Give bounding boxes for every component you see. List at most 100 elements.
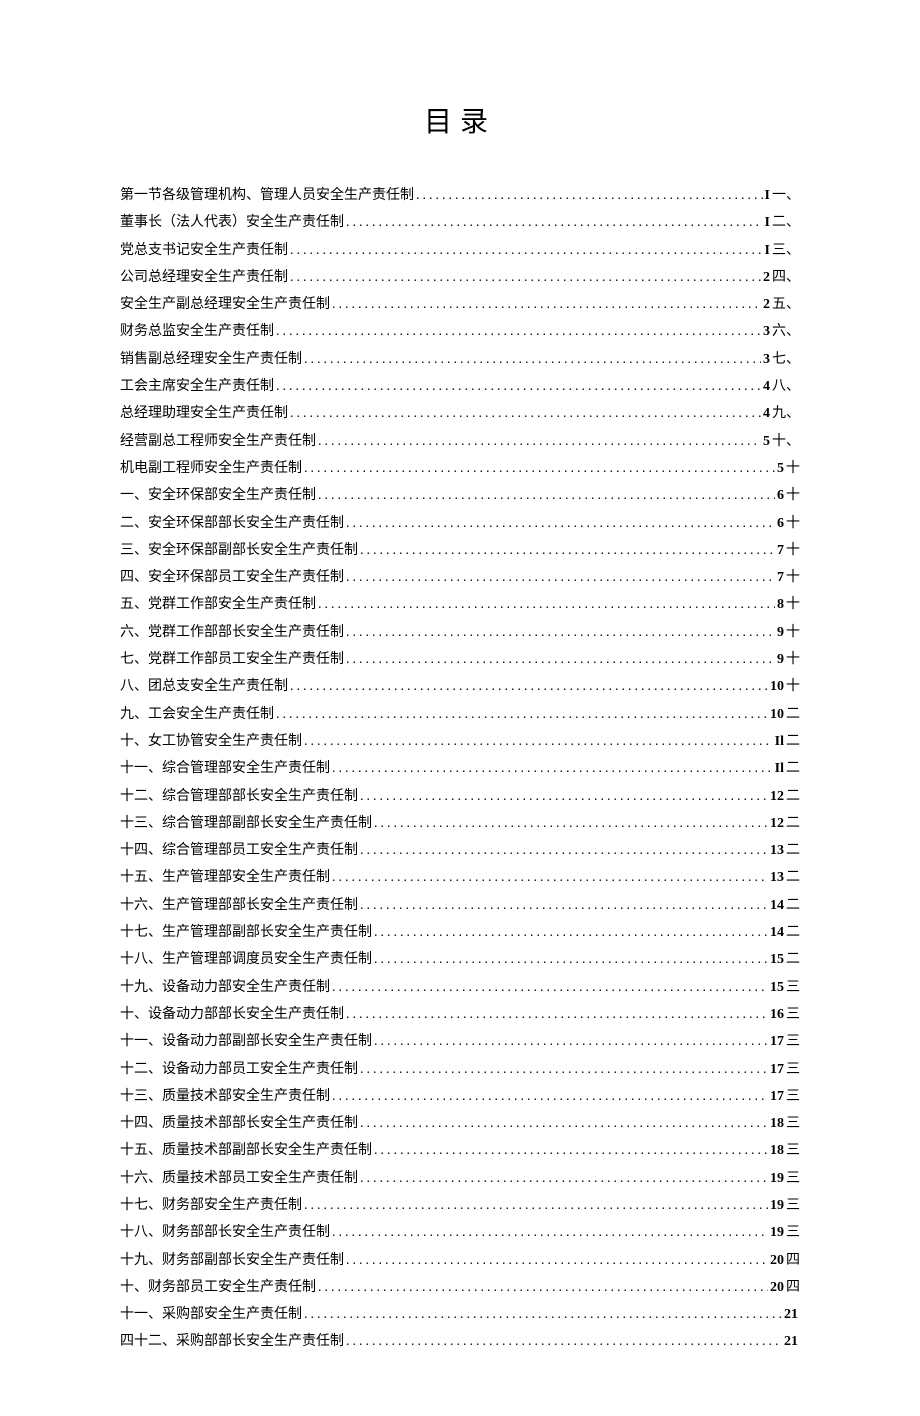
toc-entry-tail: 二 xyxy=(786,810,800,837)
toc-entry: 董事长（法人代表）安全生产责任制I 二、 xyxy=(120,209,800,236)
toc-entry-page: 20 xyxy=(770,1247,784,1274)
toc-leader-dots xyxy=(290,400,761,427)
toc-leader-dots xyxy=(276,701,768,728)
toc-entry-page: I xyxy=(765,209,770,236)
toc-entry-label: 十五、质量技术部副部长安全生产责任制 xyxy=(120,1137,372,1164)
toc-entry-page: 6 xyxy=(777,510,784,537)
toc-entry-tail: 九、 xyxy=(772,400,800,427)
toc-entry-label: 经营副总工程师安全生产责任制 xyxy=(120,428,316,455)
toc-entry-tail: 十 xyxy=(786,482,800,509)
toc-entry-page: 7 xyxy=(777,537,784,564)
toc-entry: 十一、设备动力部副部长安全生产责任制17三 xyxy=(120,1028,800,1055)
toc-leader-dots xyxy=(346,564,775,591)
toc-entry-label: 十、财务部员工安全生产责任制 xyxy=(120,1274,316,1301)
toc-entry-tail: 二、 xyxy=(772,209,800,236)
toc-leader-dots xyxy=(304,1192,768,1219)
toc-leader-dots xyxy=(374,810,768,837)
toc-entry-tail: 十 xyxy=(786,537,800,564)
toc-entry: 十六、生产管理部部长安全生产责任制14 二 xyxy=(120,892,800,919)
toc-entry-label: 十五、生产管理部安全生产责任制 xyxy=(120,864,330,891)
toc-entry-page: 17 xyxy=(770,1056,784,1083)
toc-leader-dots xyxy=(304,455,775,482)
toc-entry: 十七、生产管理部副部长安全生产责任制14 二 xyxy=(120,919,800,946)
toc-entry-tail: 三 xyxy=(786,1001,800,1028)
toc-entry-tail: 二 xyxy=(786,837,800,864)
toc-entry-label: 十七、财务部安全生产责任制 xyxy=(120,1192,302,1219)
toc-leader-dots xyxy=(304,346,761,373)
toc-entry-page: Il xyxy=(775,728,784,755)
toc-entry: 第一节各级管理机构、管理人员安全生产责任制I 一、 xyxy=(120,182,800,209)
toc-entry: 十二、设备动力部员工安全生产责任制17三 xyxy=(120,1056,800,1083)
table-of-contents: 第一节各级管理机构、管理人员安全生产责任制I 一、董事长（法人代表）安全生产责任… xyxy=(120,182,800,1356)
toc-entry-tail: 八、 xyxy=(772,373,800,400)
toc-entry-label: 六、党群工作部部长安全生产责任制 xyxy=(120,619,344,646)
toc-entry: 二、安全环保部部长安全生产责任制6 十 xyxy=(120,510,800,537)
toc-entry-label: 财务总监安全生产责任制 xyxy=(120,318,274,345)
toc-entry-label: 十二、综合管理部部长安全生产责任制 xyxy=(120,783,358,810)
toc-leader-dots xyxy=(360,1165,768,1192)
toc-entry-page: I xyxy=(765,237,770,264)
toc-entry-label: 九、工会安全生产责任制 xyxy=(120,701,274,728)
toc-entry-page: 14 xyxy=(770,919,784,946)
toc-entry-tail: 二 xyxy=(786,755,800,782)
toc-leader-dots xyxy=(318,482,775,509)
toc-entry-label: 十三、质量技术部安全生产责任制 xyxy=(120,1083,330,1110)
toc-entry-tail: 六、 xyxy=(772,318,800,345)
toc-entry-label: 销售副总经理安全生产责任制 xyxy=(120,346,302,373)
toc-entry-label: 一、安全环保部安全生产责任制 xyxy=(120,482,316,509)
toc-entry-page: Il xyxy=(775,755,784,782)
toc-entry-page: 18 xyxy=(770,1137,784,1164)
toc-entry-label: 第一节各级管理机构、管理人员安全生产责任制 xyxy=(120,182,414,209)
toc-entry-page: 2 xyxy=(763,264,770,291)
toc-entry-tail: 七、 xyxy=(772,346,800,373)
toc-leader-dots xyxy=(332,974,768,1001)
toc-entry: 四、安全环保部员工安全生产责任制7 十 xyxy=(120,564,800,591)
toc-leader-dots xyxy=(332,1083,768,1110)
toc-leader-dots xyxy=(346,1328,782,1355)
toc-entry: 十一、综合管理部安全生产责任制 Il 二 xyxy=(120,755,800,782)
toc-entry-label: 十八、财务部部长安全生产责任制 xyxy=(120,1219,330,1246)
toc-entry-tail: 三 xyxy=(786,1028,800,1055)
toc-entry: 三、安全环保部副部长安全生产责任制7 十 xyxy=(120,537,800,564)
toc-entry-label: 十六、质量技术部员工安全生产责任制 xyxy=(120,1165,358,1192)
toc-entry-page: 13 xyxy=(770,837,784,864)
toc-entry-tail: 三、 xyxy=(772,237,800,264)
toc-entry: 十八、生产管理部调度员安全生产责任制15 二 xyxy=(120,946,800,973)
toc-entry-page: 12 xyxy=(770,810,784,837)
toc-leader-dots xyxy=(346,619,775,646)
toc-entry: 工会主席安全生产责任制4 八、 xyxy=(120,373,800,400)
toc-entry-tail: 十 xyxy=(786,455,800,482)
toc-entry: 十三、质量技术部安全生产责任制17三 xyxy=(120,1083,800,1110)
toc-entry-tail: 二 xyxy=(786,892,800,919)
toc-leader-dots xyxy=(374,1028,768,1055)
toc-entry: 四十二、采购部部长安全生产责任制21 xyxy=(120,1328,800,1355)
toc-entry: 十九、财务部副部长安全生产责任制20 四 xyxy=(120,1247,800,1274)
toc-entry: 党总支书记安全生产责任制 I 三、 xyxy=(120,237,800,264)
toc-entry-label: 十一、综合管理部安全生产责任制 xyxy=(120,755,330,782)
toc-entry: 十五、生产管理部安全生产责任制13 二 xyxy=(120,864,800,891)
toc-entry: 十八、财务部部长安全生产责任制19 三 xyxy=(120,1219,800,1246)
toc-entry-label: 十七、生产管理部副部长安全生产责任制 xyxy=(120,919,372,946)
toc-entry-label: 八、团总支安全生产责任制 xyxy=(120,673,288,700)
toc-leader-dots xyxy=(318,591,775,618)
toc-entry-tail: 四 xyxy=(786,1274,800,1301)
toc-entry-label: 十九、设备动力部安全生产责任制 xyxy=(120,974,330,1001)
toc-entry-page: 16 xyxy=(770,1001,784,1028)
toc-entry-label: 十六、生产管理部部长安全生产责任制 xyxy=(120,892,358,919)
toc-entry-tail: 十 xyxy=(786,619,800,646)
toc-entry-tail: 十 xyxy=(786,564,800,591)
toc-entry-page: 21 xyxy=(784,1328,798,1355)
toc-entry-tail: 十 xyxy=(786,673,800,700)
toc-entry-label: 七、党群工作部员工安全生产责任制 xyxy=(120,646,344,673)
toc-entry-page: I xyxy=(765,182,770,209)
toc-leader-dots xyxy=(304,1301,782,1328)
toc-entry: 总经理助理安全生产责任制4 九、 xyxy=(120,400,800,427)
toc-leader-dots xyxy=(374,946,768,973)
toc-entry: 安全生产副总经理安全生产责任制2 五、 xyxy=(120,291,800,318)
toc-entry-tail: 三 xyxy=(786,974,800,1001)
toc-entry-tail: 十、 xyxy=(772,428,800,455)
toc-entry-label: 二、安全环保部部长安全生产责任制 xyxy=(120,510,344,537)
toc-entry-label: 党总支书记安全生产责任制 xyxy=(120,237,288,264)
toc-leader-dots xyxy=(332,291,761,318)
toc-entry-tail: 二 xyxy=(786,728,800,755)
